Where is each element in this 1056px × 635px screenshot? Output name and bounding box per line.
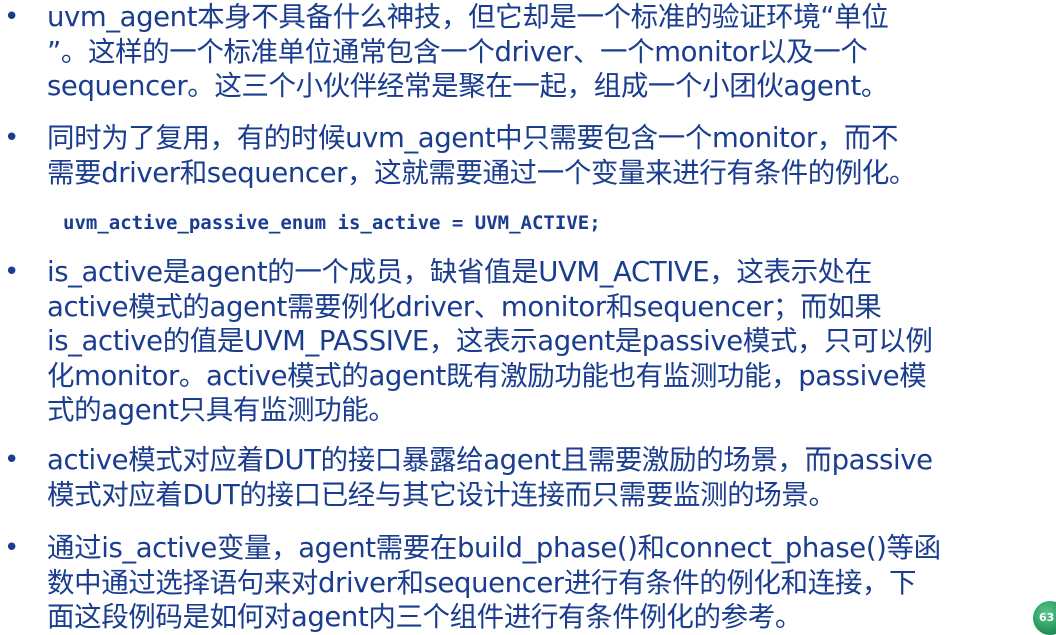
bullet-marker: • — [4, 445, 20, 475]
bullet-marker: • — [4, 2, 20, 32]
bullet-text: uvm_agent本身不具备什么神技，但它却是一个标准的验证环境“单位 ”。这样… — [47, 1, 889, 102]
bullet-marker: • — [4, 257, 20, 287]
bullet-text: 同时为了复用，有的时候uvm_agent中只需要包含一个monitor，而不 需… — [47, 122, 917, 189]
code-snippet: uvm_active_passive_enum is_active = UVM_… — [63, 212, 601, 234]
bullet-marker: • — [4, 123, 20, 153]
bullet-text: is_active是agent的一个成员，缺省值是UVM_ACTIVE，这表示处… — [47, 256, 933, 426]
bullet-text: active模式对应着DUT的接口暴露给agent且需要激励的场景，而passi… — [47, 444, 933, 511]
bullet-text: 通过is_active变量，agent需要在build_phase()和conn… — [47, 532, 941, 633]
slide: • uvm_agent本身不具备什么神技，但它却是一个标准的验证环境“单位 ”。… — [0, 0, 1056, 635]
bullet-marker: • — [4, 533, 20, 563]
